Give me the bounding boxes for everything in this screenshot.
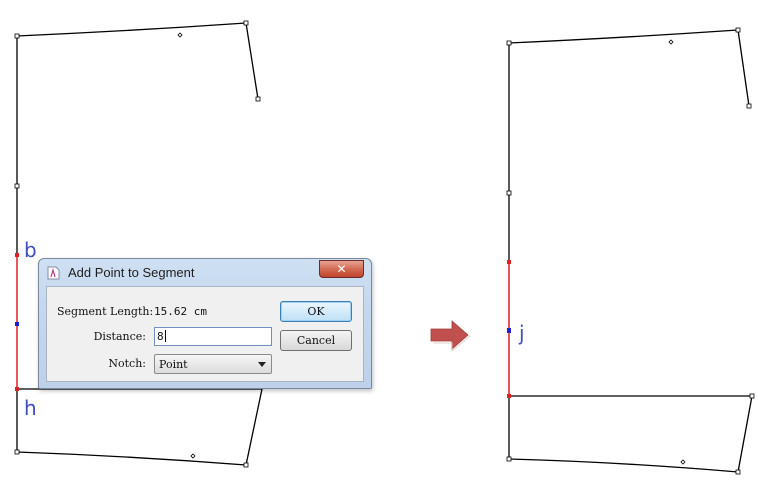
notch-mark [668,39,674,45]
add-point-dialog: Add Point to Segment ✕ Segment Length: 1… [38,258,372,389]
notch-selected-value: Point [159,358,188,371]
point-label-j: j [519,321,525,345]
dialog-titlebar[interactable]: Add Point to Segment ✕ [39,259,371,285]
close-button[interactable]: ✕ [319,260,364,278]
new-point-preview[interactable] [15,322,19,326]
vertex-point[interactable] [506,40,512,46]
vertex-point[interactable] [14,183,20,189]
notch-label: Notch: [108,357,146,370]
segment-length-label: Segment Length: [57,305,154,318]
notch-mark [190,453,196,459]
notch-mark [680,459,686,465]
transition-arrow-icon [430,320,471,353]
distance-value: 8 [157,330,164,343]
pattern-piece-before [14,20,263,468]
cancel-button[interactable]: Cancel [280,330,352,351]
vertex-point[interactable] [243,462,249,468]
segment-length-value: 15.62 cm [154,305,207,318]
pattern-canvas[interactable] [0,0,776,497]
app-icon [47,266,60,280]
vertex-point[interactable] [255,96,261,102]
point-label-h: h [24,396,37,420]
distance-label: Distance: [93,330,146,343]
vertex-point[interactable] [243,20,249,26]
point-b[interactable] [15,253,19,257]
vertex-point[interactable] [14,449,20,455]
dialog-title: Add Point to Segment [68,265,195,280]
piece-outline-after [508,29,753,473]
vertex-point[interactable] [749,393,755,399]
dialog-body: Segment Length: 15.62 cm Distance: 8 Not… [46,286,364,382]
segment-end-point[interactable] [507,260,511,264]
vertex-point[interactable] [506,456,512,462]
vertex-point[interactable] [746,103,752,109]
piece-outline-before [16,22,263,466]
point-j[interactable] [507,328,511,333]
pattern-piece-after [506,27,755,475]
notch-mark [177,32,183,38]
vertex-point[interactable] [14,33,20,39]
segment-end-point[interactable] [507,394,511,398]
point-label-b: b [24,238,37,262]
vertex-point[interactable] [735,27,741,33]
vertex-point[interactable] [506,190,512,196]
close-icon: ✕ [336,262,347,276]
text-caret [164,330,166,342]
point-h[interactable] [15,387,19,391]
notch-select[interactable]: Point [154,354,272,374]
ok-button[interactable]: OK [280,301,352,322]
distance-input[interactable]: 8 [154,327,272,346]
vertex-point[interactable] [735,469,741,475]
chevron-down-icon [258,362,266,367]
